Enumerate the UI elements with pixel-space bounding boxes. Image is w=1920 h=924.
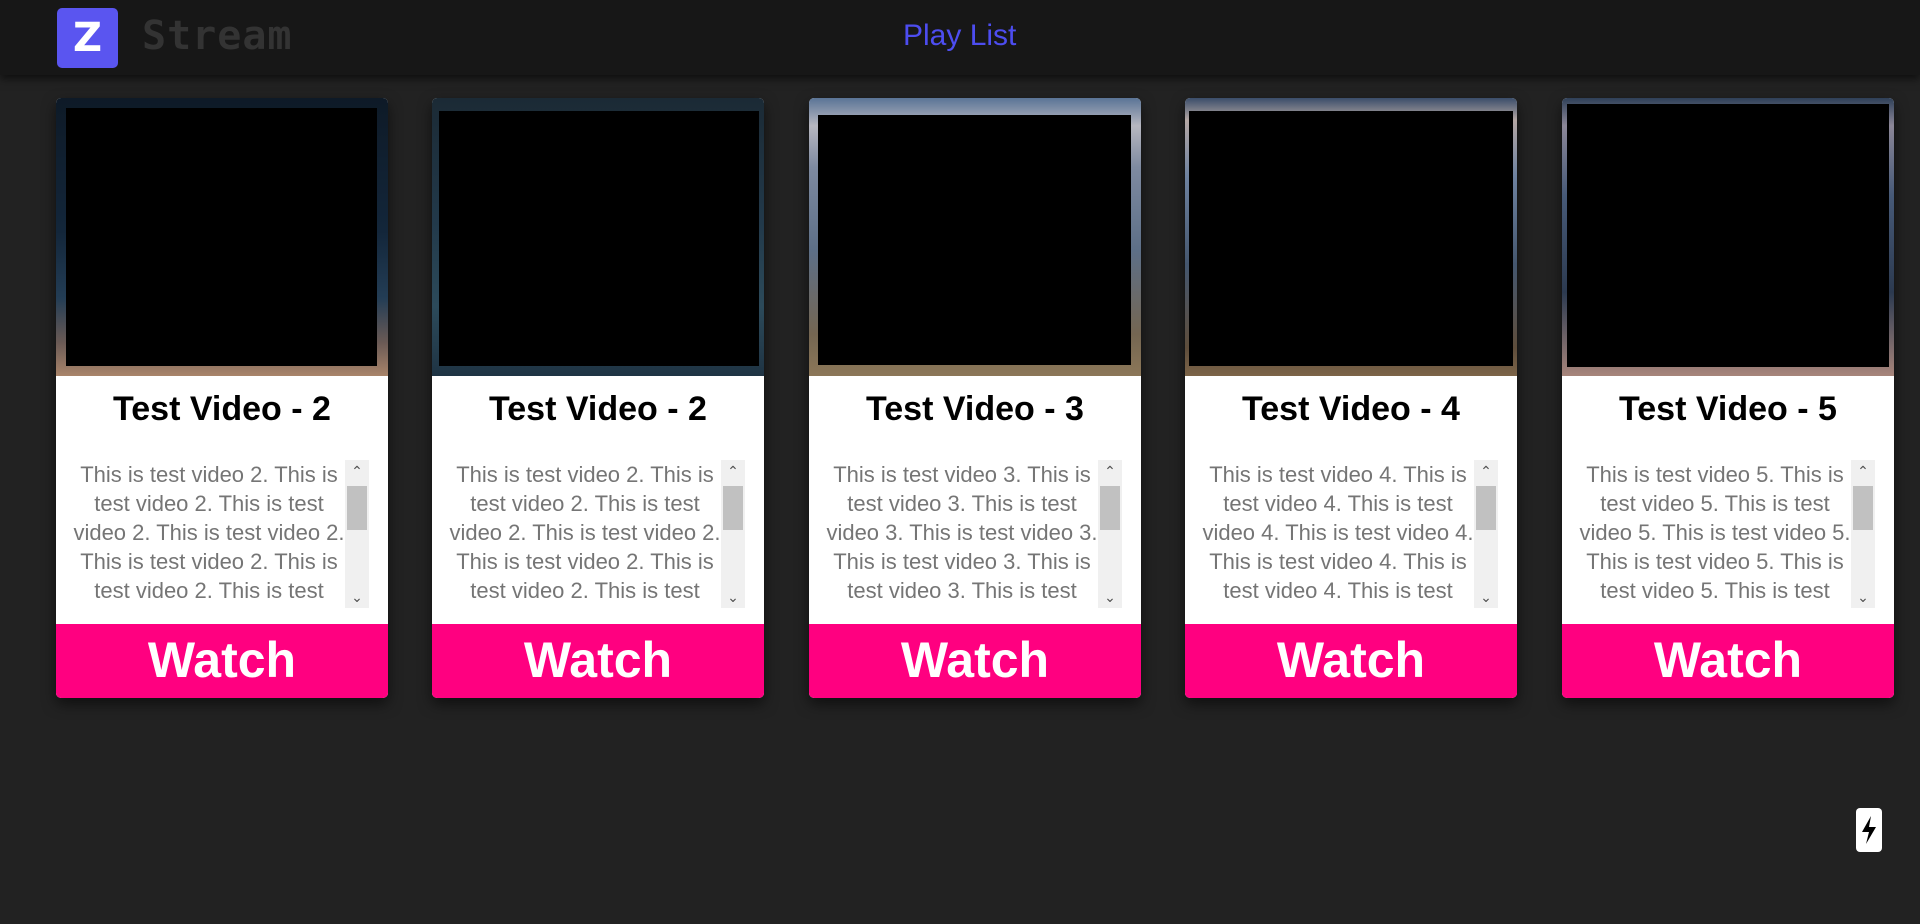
video-thumbnail	[1562, 98, 1894, 376]
video-card: Test Video - 2 This is test video 2. Thi…	[56, 98, 388, 698]
video-description-box[interactable]: This is test video 5. This is test video…	[1579, 460, 1875, 608]
top-navbar: Z Stream Play List	[0, 0, 1920, 75]
watch-button[interactable]: Watch	[56, 624, 388, 698]
video-description-box[interactable]: This is test video 2. This is test video…	[73, 460, 369, 608]
video-title: Test Video - 4	[1242, 390, 1460, 428]
video-thumbnail	[56, 98, 388, 376]
video-description: This is test video 3. This is test video…	[826, 462, 1098, 608]
watch-button[interactable]: Watch	[432, 624, 764, 698]
watch-button[interactable]: Watch	[1185, 624, 1517, 698]
video-description: This is test video 2. This is test video…	[449, 462, 721, 608]
scroll-up-arrow-icon[interactable]: ⌃	[1474, 460, 1498, 482]
watch-button[interactable]: Watch	[809, 624, 1141, 698]
video-title: Test Video - 3	[866, 390, 1084, 428]
logo-icon[interactable]: Z	[57, 8, 118, 68]
scroll-up-arrow-icon[interactable]: ⌃	[721, 460, 745, 482]
video-thumbnail	[432, 98, 764, 376]
video-title: Test Video - 2	[113, 390, 331, 428]
scroll-up-arrow-icon[interactable]: ⌃	[1851, 460, 1875, 482]
watch-button[interactable]: Watch	[1562, 624, 1894, 698]
description-scrollbar[interactable]: ⌃ ⌄	[721, 460, 745, 608]
brand-name[interactable]: Stream	[142, 10, 293, 62]
video-title: Test Video - 2	[489, 390, 707, 428]
video-thumbnail	[1185, 98, 1517, 376]
video-player[interactable]	[1567, 104, 1889, 367]
description-scrollbar[interactable]: ⌃ ⌄	[1098, 460, 1122, 608]
video-thumbnail	[809, 98, 1141, 376]
video-description-box[interactable]: This is test video 2. This is test video…	[449, 460, 745, 608]
video-player[interactable]	[1189, 111, 1513, 366]
video-description-box[interactable]: This is test video 3. This is test video…	[826, 460, 1122, 608]
scroll-down-arrow-icon[interactable]: ⌄	[1474, 586, 1498, 608]
scrollbar-thumb[interactable]	[1853, 486, 1873, 530]
video-player[interactable]	[818, 115, 1131, 365]
video-card: Test Video - 4 This is test video 4. Thi…	[1185, 98, 1517, 698]
scrollbar-thumb[interactable]	[1476, 486, 1496, 530]
video-description: This is test video 4. This is test video…	[1202, 462, 1474, 608]
description-scrollbar[interactable]: ⌃ ⌄	[1474, 460, 1498, 608]
scroll-down-arrow-icon[interactable]: ⌄	[1098, 586, 1122, 608]
scroll-down-arrow-icon[interactable]: ⌄	[345, 586, 369, 608]
scroll-down-arrow-icon[interactable]: ⌄	[1851, 586, 1875, 608]
lightning-bolt-icon[interactable]	[1856, 808, 1882, 852]
video-player[interactable]	[66, 108, 377, 366]
nav-link-play-list[interactable]: Play List	[903, 18, 1016, 54]
video-card: Test Video - 5 This is test video 5. Thi…	[1562, 98, 1894, 698]
scrollbar-thumb[interactable]	[347, 486, 367, 530]
video-card: Test Video - 3 This is test video 3. Thi…	[809, 98, 1141, 698]
video-description: This is test video 5. This is test video…	[1579, 462, 1851, 608]
scroll-up-arrow-icon[interactable]: ⌃	[345, 460, 369, 482]
scroll-down-arrow-icon[interactable]: ⌄	[721, 586, 745, 608]
video-description: This is test video 2. This is test video…	[73, 462, 345, 608]
scroll-up-arrow-icon[interactable]: ⌃	[1098, 460, 1122, 482]
description-scrollbar[interactable]: ⌃ ⌄	[345, 460, 369, 608]
description-scrollbar[interactable]: ⌃ ⌄	[1851, 460, 1875, 608]
video-card-list: Test Video - 2 This is test video 2. Thi…	[56, 98, 1896, 698]
video-title: Test Video - 5	[1619, 390, 1837, 428]
scrollbar-thumb[interactable]	[1100, 486, 1120, 530]
video-description-box[interactable]: This is test video 4. This is test video…	[1202, 460, 1498, 608]
scrollbar-thumb[interactable]	[723, 486, 743, 530]
video-player[interactable]	[439, 111, 759, 366]
video-card: Test Video - 2 This is test video 2. Thi…	[432, 98, 764, 698]
